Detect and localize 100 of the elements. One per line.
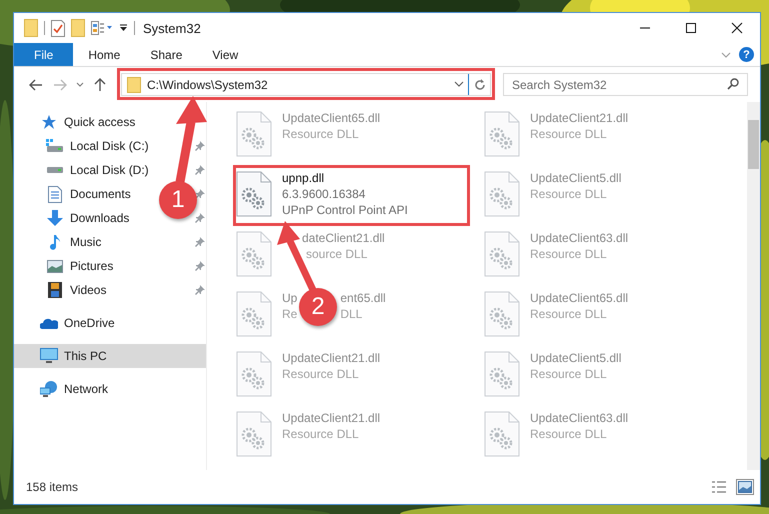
checklist-icon[interactable]: [51, 20, 65, 36]
file-detail: Resource DLL: [530, 307, 607, 322]
file-name: UpdateClient21.dll: [530, 111, 628, 126]
dropdown-icon[interactable]: [119, 24, 128, 32]
monitor-icon: [40, 348, 58, 364]
large-icons-view-button[interactable]: [736, 479, 754, 495]
chevron-down-icon[interactable]: [76, 82, 84, 87]
file-name: ent65.dll: [340, 291, 386, 306]
refresh-icon: [474, 78, 486, 90]
drive-icon: [46, 139, 64, 153]
settings-file-icon: [484, 351, 520, 397]
file-name: UpdateClient5.dll: [530, 351, 622, 366]
settings-file-icon: [236, 171, 272, 217]
pin-icon[interactable]: [195, 237, 205, 247]
file-detail: Resource DLL: [530, 247, 607, 262]
file-detail: Resource DLL: [530, 367, 607, 382]
file-detail: 6.3.9600.16384: [282, 187, 366, 202]
network-icon: [40, 381, 58, 397]
cloud-icon: [40, 318, 58, 328]
pin-icon[interactable]: [195, 213, 205, 223]
file-detail: Resource DLL: [282, 427, 359, 442]
picture-icon: [47, 260, 63, 272]
settings-file-icon: [236, 231, 272, 277]
file-name: UpdateClient21.dll: [282, 351, 380, 366]
search-icon[interactable]: [727, 78, 739, 90]
file-name: UpdateClient63.dll: [530, 231, 628, 246]
ribbon-tab[interactable]: File: [14, 43, 74, 66]
music-note-icon: [49, 234, 61, 250]
properties-icon[interactable]: [91, 21, 113, 35]
up-arrow-icon[interactable]: [94, 78, 106, 92]
sidebar-label: Pictures: [70, 259, 114, 273]
file-name: UpdateClient21.dll: [282, 411, 380, 426]
settings-file-icon: [484, 411, 520, 457]
sidebar-label: Documents: [70, 187, 131, 201]
sidebar-item[interactable]: OneDrive: [14, 311, 121, 335]
drive-icon: [46, 166, 64, 174]
back-arrow-icon[interactable]: [29, 78, 43, 90]
ribbon-tab[interactable]: Home: [73, 43, 136, 66]
file-detail: DLL: [340, 307, 362, 322]
download-arrow-icon: [47, 210, 63, 226]
sidebar-label: Downloads: [70, 211, 130, 225]
pin-icon[interactable]: [195, 261, 205, 271]
settings-file-icon: [236, 411, 272, 457]
sidebar-item[interactable]: Music: [14, 230, 108, 254]
sidebar-item[interactable]: Downloads: [14, 206, 136, 230]
file-name: Up: [282, 291, 298, 306]
settings-file-icon: [484, 231, 520, 277]
file-detail: Re: [282, 307, 298, 322]
sidebar-label: Network: [64, 382, 108, 396]
settings-file-icon: [236, 111, 272, 157]
item-count: 158 items: [26, 480, 78, 494]
star-icon: [41, 114, 57, 130]
settings-file-icon: [236, 351, 272, 397]
file-name: dateClient21.dll: [302, 231, 385, 246]
search-field[interactable]: Search System32: [503, 73, 748, 96]
sidebar-label: Videos: [70, 283, 106, 297]
sidebar-item[interactable]: Network: [14, 377, 114, 401]
pin-icon[interactable]: [195, 165, 205, 175]
settings-file-icon: [484, 291, 520, 337]
settings-file-icon: [484, 111, 520, 157]
file-name: UpdateClient63.dll: [530, 411, 628, 426]
help-button[interactable]: ?: [739, 47, 754, 62]
film-icon: [48, 282, 62, 298]
sidebar-item[interactable]: Videos: [14, 278, 112, 302]
file-detail: Resource DLL: [530, 127, 607, 142]
pin-icon[interactable]: [195, 141, 205, 151]
sidebar-item[interactable]: This PC: [14, 344, 206, 368]
sidebar-label: OneDrive: [64, 316, 115, 330]
file-detail: Resource DLL: [530, 187, 607, 202]
folder-icon: [127, 76, 141, 92]
file-name: UpdateClient65.dll: [282, 111, 380, 126]
settings-file-icon: [236, 291, 272, 337]
address-field[interactable]: C:\Windows\System32: [121, 73, 491, 96]
file-name: UpdateClient5.dll: [530, 171, 622, 186]
scrollbar-thumb[interactable]: [748, 120, 759, 169]
scrollbar[interactable]: [747, 102, 760, 470]
sidebar-label: Local Disk (C:): [70, 139, 149, 153]
window-title: System32: [143, 20, 201, 36]
file-detail: source DLL: [306, 247, 368, 262]
details-view-button[interactable]: [710, 479, 728, 495]
document-icon: [48, 186, 62, 202]
sidebar-item[interactable]: Quick access: [14, 110, 142, 134]
sidebar-item[interactable]: Documents: [14, 182, 137, 206]
file-detail: UPnP Control Point API: [282, 203, 408, 218]
settings-file-icon: [484, 171, 520, 217]
address-path: C:\Windows\System32: [147, 78, 269, 92]
file-detail: Resource DLL: [282, 367, 359, 382]
file-name: upnp.dll: [282, 171, 324, 186]
pin-icon[interactable]: [195, 285, 205, 295]
pin-icon[interactable]: [195, 189, 205, 199]
sidebar-label: Local Disk (D:): [70, 163, 149, 177]
file-detail: Resource DLL: [282, 127, 359, 142]
sidebar-item[interactable]: Local Disk (D:): [14, 158, 155, 182]
ribbon-tab[interactable]: Share: [135, 43, 198, 66]
sidebar-label: Music: [70, 235, 102, 249]
file-name: UpdateClient65.dll: [530, 291, 628, 306]
sidebar-item[interactable]: Local Disk (C:): [14, 134, 155, 158]
sidebar-item[interactable]: Pictures: [14, 254, 120, 278]
ribbon-tab[interactable]: View: [197, 43, 254, 66]
file-detail: Resource DLL: [530, 427, 607, 442]
